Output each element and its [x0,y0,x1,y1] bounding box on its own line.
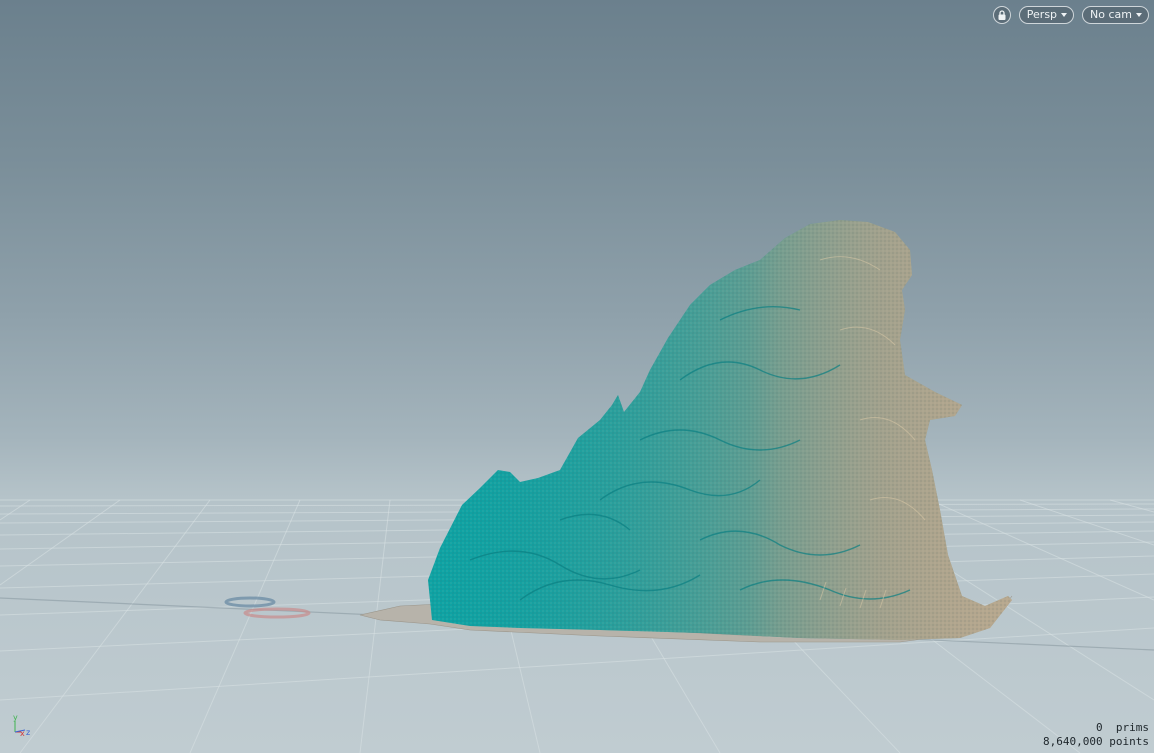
geometry-stats: 0 prims 8,640,000 points [1043,721,1149,749]
view-projection-menu[interactable]: Persp [1018,6,1075,24]
view-projection-label: Persp [1026,8,1058,21]
prims-count-row: 0 prims [1043,721,1149,735]
point-cloud-geometry[interactable] [0,0,1154,753]
points-count: 8,640,000 [1043,735,1103,748]
chevron-down-icon [1136,13,1142,17]
prims-count: 0 [1096,721,1103,734]
points-count-row: 8,640,000 points [1043,735,1149,749]
lock-icon[interactable] [992,6,1011,24]
camera-menu-label: No cam [1090,8,1132,21]
axis-y-label: y [13,713,18,722]
axis-z-label: z [26,728,31,737]
axis-gizmo: y x z [9,714,35,738]
chevron-down-icon [1061,13,1068,17]
camera-menu[interactable]: No cam [1082,6,1149,24]
viewport-toolbar: Persp No cam [992,6,1149,24]
prims-label: prims [1115,721,1149,734]
scene-viewport[interactable]: Persp No cam y x z 0 prims 8,640,000 poi… [0,0,1154,753]
points-label: points [1109,735,1149,748]
axis-x-label: x [20,729,25,738]
